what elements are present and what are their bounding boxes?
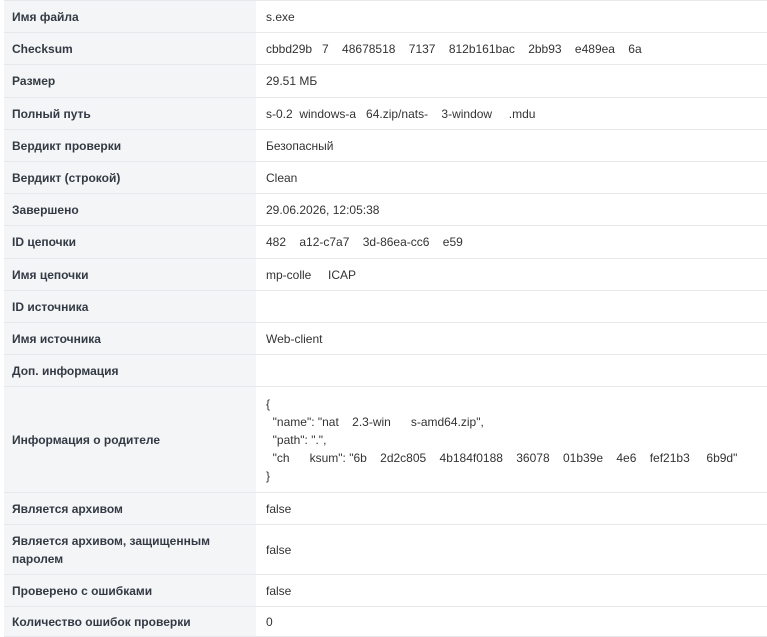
table-row: Количество ошибок проверки 0 — [4, 607, 767, 637]
row-value: 482 a12-c7a7 3d-86ea-cc6 e59 — [266, 235, 463, 249]
file-details-table: Имя файла s.exe Checksum cbbd29b 7 48678518… — [4, 0, 767, 637]
row-value: 29.06.2026, 12:05:38 — [266, 202, 380, 217]
row-value: Безопасный — [266, 138, 334, 153]
table-row: Имя цепочки mp-colle ICAP — [4, 259, 767, 291]
table-row: Размер 29.51 МБ — [4, 65, 767, 98]
table-row: Информация о родителе{ "name": "nat 2.3-… — [4, 387, 767, 493]
table-row: Является архивом false — [4, 493, 767, 525]
table-row: Полный путь s-0.2 windows-a 64.zip/nats- … — [4, 98, 767, 130]
row-value: 0 — [266, 614, 273, 629]
row-label: Является архивом, защищенным паролем — [4, 525, 256, 574]
table-row: Имя источника Web-client — [4, 323, 767, 355]
row-value: s.exe — [266, 9, 295, 24]
row-label: Имя источника — [4, 323, 256, 354]
row-value: false — [266, 583, 292, 598]
row-value: mp-colle ICAP — [266, 267, 357, 282]
table-row: Checksum cbbd29b 7 48678518 7137 812b161b… — [4, 33, 767, 65]
row-value: Clean — [266, 170, 298, 185]
table-row: Вердикт (строкой) Clean — [4, 162, 767, 194]
table-row: ID источника — [4, 291, 767, 323]
row-label: Имя цепочки — [4, 259, 256, 290]
row-label: Имя файла — [4, 1, 256, 32]
row-label: ID цепочки — [4, 226, 256, 258]
table-row: Имя файла s.exe — [4, 1, 767, 33]
table-row: Вердикт проверки Безопасный — [4, 130, 767, 162]
row-label: Checksum — [4, 33, 256, 64]
row-value: false — [266, 501, 292, 516]
row-label: Информация о родителе — [4, 387, 256, 492]
row-label: Вердикт проверки — [4, 130, 256, 161]
table-row: Завершено 29.06.2026, 12:05:38 — [4, 194, 767, 226]
row-value: false — [266, 542, 292, 557]
table-row: Доп. информация — [4, 355, 767, 387]
row-label: Является архивом — [4, 493, 256, 524]
row-label: Вердикт (строкой) — [4, 162, 256, 193]
row-value: { "name": "nat 2.3-win s-amd64.zip", "pa… — [266, 396, 738, 483]
row-value: Web-client — [266, 331, 323, 346]
row-label: Полный путь — [4, 98, 256, 129]
row-label: Проверено с ошибками — [4, 575, 256, 606]
table-row: Проверено с ошибками false — [4, 575, 767, 607]
row-label: Размер — [4, 65, 256, 97]
row-label: ID источника — [4, 291, 256, 322]
table-row: Является архивом, защищенным паролем fals… — [4, 525, 767, 575]
table-row: ID цепочки 482 a12-c7a7 3d-86ea-cc6 e59 — [4, 226, 767, 259]
row-value: cbbd29b 7 48678518 7137 812b161bac 2bb93… — [266, 41, 642, 56]
row-value: s-0.2 windows-a 64.zip/nats- 3-window .m… — [266, 106, 536, 121]
row-label: Завершено — [4, 194, 256, 225]
row-label: Доп. информация — [4, 355, 256, 386]
row-value: 29.51 МБ — [266, 74, 318, 88]
